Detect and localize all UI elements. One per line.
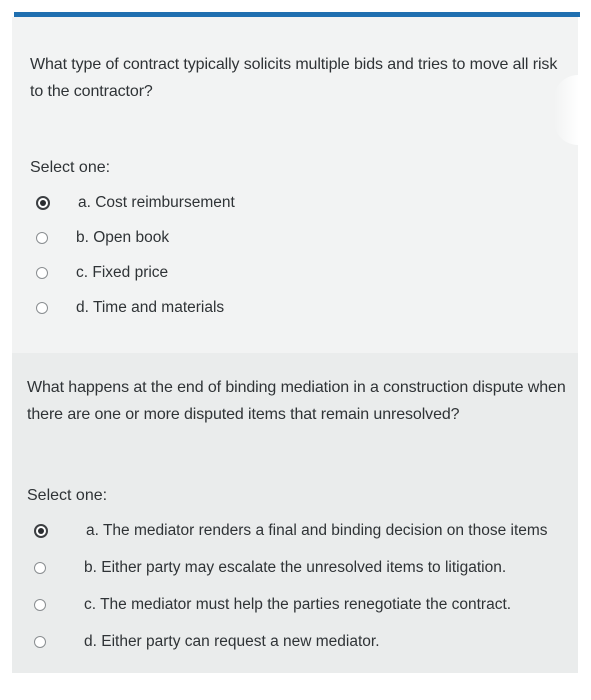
select-one-prompt: Select one: (30, 159, 111, 176)
answer-options: a. Cost reimbursement b. Open book c. Fi… (36, 185, 235, 325)
answer-option-c[interactable]: c. Fixed price (36, 255, 235, 290)
question-text: What type of contract typically solicits… (30, 56, 558, 100)
answer-option-d[interactable]: d. Time and materials (36, 290, 235, 325)
select-one-prompt: Select one: (27, 487, 108, 504)
radio-button-selected[interactable] (34, 523, 48, 538)
radio-button[interactable] (36, 266, 48, 279)
radio-button[interactable] (34, 598, 46, 611)
answer-label: a. Cost reimbursement (78, 193, 235, 211)
answer-option-a[interactable]: a. Cost reimbursement (36, 185, 235, 220)
answer-label: d. Either party can request a new mediat… (84, 632, 380, 650)
answer-option-b[interactable]: b. Open book (36, 220, 235, 255)
answer-label: c. The mediator must help the parties re… (84, 595, 512, 613)
answer-option-d[interactable]: d. Either party can request a new mediat… (34, 623, 548, 660)
answer-label: b. Either party may escalate the unresol… (84, 558, 507, 576)
question-card-1: What type of contract typically solicits… (12, 17, 578, 353)
answer-options: a. The mediator renders a final and bind… (34, 512, 548, 660)
answer-label: b. Open book (76, 228, 170, 246)
quiz-page: What type of contract typically solicits… (0, 0, 591, 700)
answer-option-a[interactable]: a. The mediator renders a final and bind… (34, 512, 548, 549)
answer-option-b[interactable]: b. Either party may escalate the unresol… (34, 549, 548, 586)
radio-button[interactable] (36, 231, 48, 244)
question-text: What happens at the end of binding media… (27, 379, 566, 423)
radio-button[interactable] (34, 635, 46, 648)
answer-label: d. Time and materials (76, 298, 225, 316)
radio-button-selected[interactable] (36, 195, 50, 210)
answer-option-c[interactable]: c. The mediator must help the parties re… (34, 586, 548, 623)
question-card-2: What happens at the end of binding media… (12, 353, 578, 673)
answer-label: c. Fixed price (76, 263, 169, 281)
radio-button[interactable] (36, 301, 48, 314)
radio-button[interactable] (34, 561, 46, 574)
answer-label: a. The mediator renders a final and bind… (86, 521, 548, 539)
